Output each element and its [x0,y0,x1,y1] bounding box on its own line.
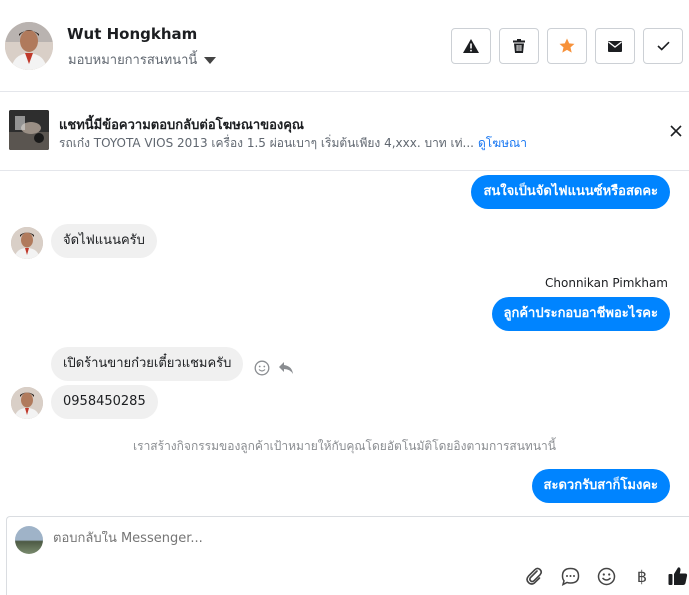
sender-name: Chonnikan Pimkham [545,276,668,290]
emoji-icon [597,567,615,585]
close-icon [670,125,682,137]
ad-description: รถเก๋ง TOYOTA VIOS 2013 เครื่อง 1.5 ผ่อน… [59,134,527,153]
contact-avatar[interactable] [5,22,53,70]
conversation-actions [451,28,683,64]
close-banner-button[interactable] [667,122,685,140]
contact-name[interactable]: Wut Hongkham [67,25,197,43]
mark-done-button[interactable] [643,28,683,64]
ad-referral-banner: แชทนี้มีข้อความตอบกลับต่อโฆษณาของคุณ รถเ… [0,92,689,171]
ad-thumbnail[interactable] [9,110,49,150]
message-outgoing: สะดวกรับสาก็โมงคะ [531,469,670,503]
message-incoming: จัดไฟแนนครับ [51,224,157,258]
message-outgoing: ลูกค้าประกอบอาชีพอะไรคะ [491,297,670,331]
reply-composer: ฿ [6,516,689,595]
view-ad-link[interactable]: ดูโฆษณา [478,136,527,150]
thumbs-up-icon [668,567,688,585]
envelope-icon [608,40,622,52]
message-incoming: เปิดร้านขายก๋วยเตี๋ยวแชมครับ [51,347,244,381]
contact-avatar-small [11,387,43,419]
check-icon [656,41,670,51]
star-button[interactable] [547,28,587,64]
delete-button[interactable] [499,28,539,64]
baht-icon: ฿ [636,566,648,586]
page-avatar [15,526,43,554]
conversation-header: Wut Hongkham มอบหมายการสนทนานี้ [0,0,689,92]
star-icon [559,38,575,53]
message-tools [254,360,294,376]
assign-conversation-dropdown[interactable]: มอบหมายการสนทนานี้ [68,49,217,70]
message-outgoing: สนใจเป็นจัดไฟแนนซ์หรือสดคะ [471,175,670,209]
message-incoming: 0958450285 [51,385,158,419]
attach-button[interactable] [523,565,545,587]
message-thread: สนใจเป็นจัดไฟแนนซ์หรือสดคะ จัดไฟแนนครับ … [0,171,689,516]
chevron-down-icon [204,56,217,64]
reply-icon[interactable] [278,361,294,375]
react-emoji-icon[interactable] [254,360,270,376]
paperclip-icon [526,567,543,585]
emoji-button[interactable] [595,565,617,587]
ad-description-text: รถเก๋ง TOYOTA VIOS 2013 เครื่อง 1.5 ผ่อน… [59,136,474,150]
ad-banner-title: แชทนี้มีข้อความตอบกลับต่อโฆษณาของคุณ [59,118,304,133]
composer-toolbar: ฿ [523,565,689,587]
report-button[interactable] [451,28,491,64]
contact-avatar-small [11,227,43,259]
assign-label: มอบหมายการสนทนานี้ [68,53,198,68]
chat-bubble-icon [561,567,579,586]
warning-icon [463,39,479,53]
payment-button[interactable]: ฿ [631,565,653,587]
system-notice: เราสร้างกิจกรรมของลูกค้าเป้าหมายให้กับคุ… [133,439,556,453]
trash-icon [513,39,525,53]
saved-replies-button[interactable] [559,565,581,587]
reply-input[interactable] [53,531,553,546]
like-button[interactable] [667,565,689,587]
mark-unread-button[interactable] [595,28,635,64]
